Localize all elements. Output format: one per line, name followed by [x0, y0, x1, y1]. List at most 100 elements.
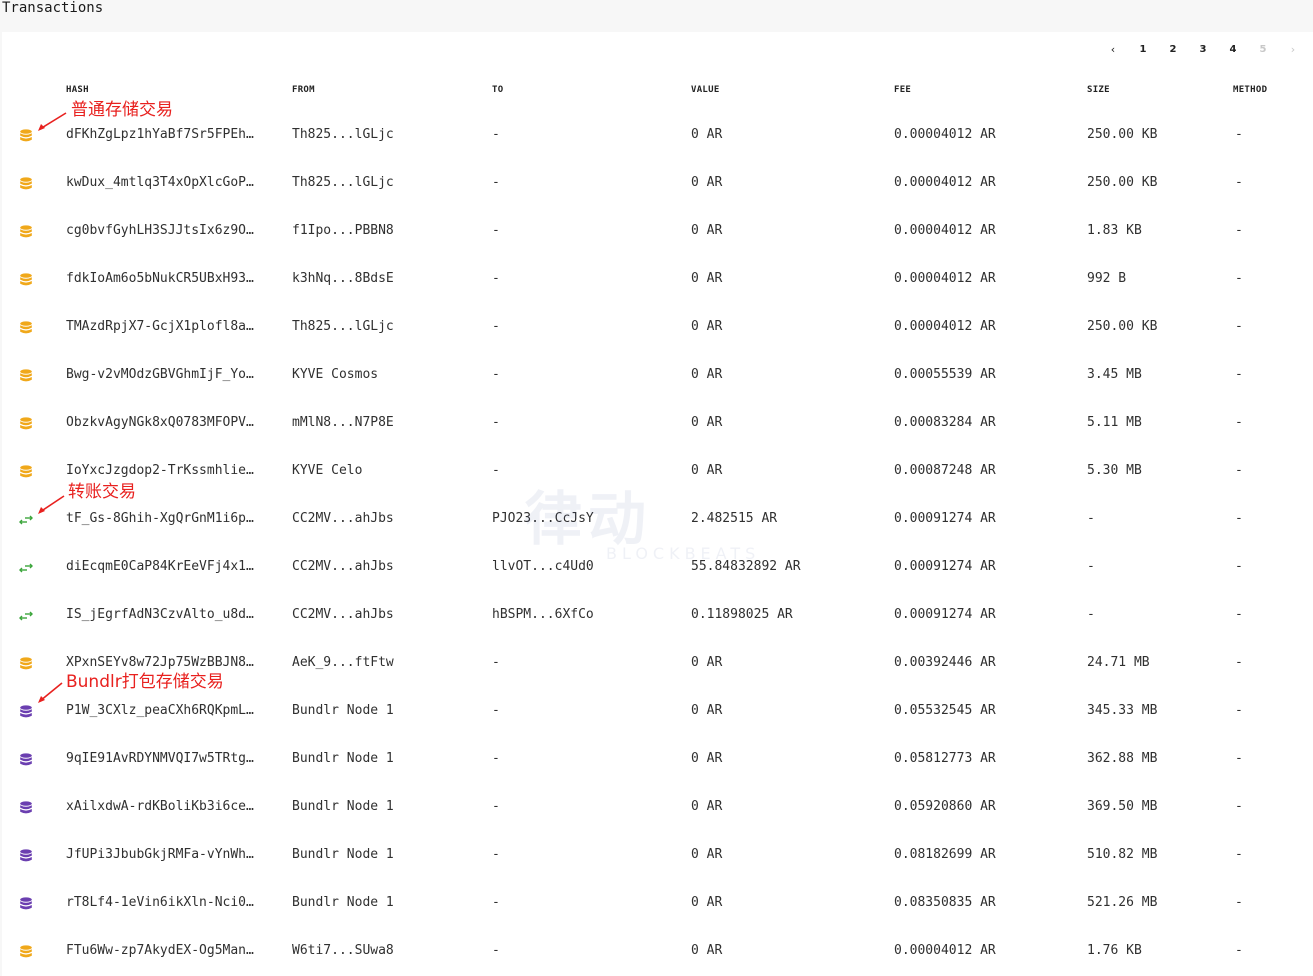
tx-from-address[interactable]: Th825...lGLjc — [292, 127, 472, 143]
tx-from-address[interactable]: Bundlr Node 1 — [292, 703, 472, 719]
tx-from-address[interactable]: Bundlr Node 1 — [292, 895, 472, 911]
table-row[interactable]: FTu6Ww-zp7AkydEX-Og5Man… W6ti7...SUwa8 - 0 … — [2, 927, 1313, 975]
table-header: HASH FROM TO VALUE FEE SIZE METHOD — [2, 83, 1313, 97]
tx-to-address: - — [492, 751, 500, 766]
table-row[interactable]: tF_Gs-8Ghih-XgQrGnM1i6p… CC2MV...ahJbs PJO… — [2, 495, 1313, 543]
tx-value: 0 AR — [691, 799, 723, 814]
tx-to-address: - — [492, 847, 500, 862]
tx-from-address[interactable]: KYVE Celo — [292, 463, 472, 479]
database-icon — [19, 800, 33, 814]
tx-value: 0 AR — [691, 895, 723, 910]
tx-hash-link[interactable]: IoYxcJzgdop2-TrKssmhlie… — [66, 463, 262, 479]
tx-value: 0 AR — [691, 271, 723, 286]
table-row[interactable]: Bwg-v2vMOdzGBVGhmIjF_Yo… KYVE Cosmos - 0 AR… — [2, 351, 1313, 399]
tx-to-address: - — [492, 127, 500, 142]
tx-from-address[interactable]: k3hNq...8BdsE — [292, 271, 472, 287]
transfer-arrows-icon — [19, 512, 33, 526]
table-row[interactable]: fdkIoAm6o5bNukCR5UBxH93… k3hNq...8BdsE - 0 … — [2, 255, 1313, 303]
table-row[interactable]: rT8Lf4-1eVin6ikXln-Nci0… Bundlr Node 1 - 0 … — [2, 879, 1313, 927]
transactions-table-body: dFKhZgLpz1hYaBf7Sr5FPEh… Th825...lGLjc - 0 … — [2, 111, 1313, 975]
tx-hash-link[interactable]: diEcqmE0CaP84KrEeVFj4x1… — [66, 559, 262, 575]
page-button-4[interactable]: 4 — [1218, 42, 1248, 58]
page-button-3[interactable]: 3 — [1188, 42, 1218, 58]
database-icon — [19, 224, 33, 238]
tx-method: - — [1235, 751, 1243, 766]
tx-to-address[interactable]: PJO23...CcJsY — [492, 511, 662, 527]
page-title: Transactions — [2, 0, 104, 16]
tx-value: 0 AR — [691, 127, 723, 142]
table-row[interactable]: IS_jEgrfAdN3CzvAlto_u8d… CC2MV...ahJbs hBS… — [2, 591, 1313, 639]
tx-value: 0 AR — [691, 943, 723, 958]
tx-from-address[interactable]: Th825...lGLjc — [292, 175, 472, 191]
table-row[interactable]: P1W_3CXlz_peaCXh6RQKpmL… Bundlr Node 1 - 0 … — [2, 687, 1313, 735]
tx-hash-link[interactable]: dFKhZgLpz1hYaBf7Sr5FPEh… — [66, 127, 262, 143]
tx-from-address[interactable]: CC2MV...ahJbs — [292, 511, 472, 527]
tx-size: 5.11 MB — [1087, 415, 1142, 430]
tx-hash-link[interactable]: IS_jEgrfAdN3CzvAlto_u8d… — [66, 607, 262, 623]
tx-fee: 0.00091274 AR — [894, 607, 996, 622]
tx-fee: 0.00004012 AR — [894, 943, 996, 958]
tx-hash-link[interactable]: P1W_3CXlz_peaCXh6RQKpmL… — [66, 703, 262, 719]
tx-hash-link[interactable]: cg0bvfGyhLH3SJJtsIx6z9O… — [66, 223, 262, 239]
chevron-left-icon[interactable]: ‹ — [1098, 42, 1128, 58]
tx-from-address[interactable]: Bundlr Node 1 — [292, 799, 472, 815]
tx-hash-link[interactable]: XPxnSEYv8w72Jp75WzBBJN8… — [66, 655, 262, 671]
tx-hash-link[interactable]: xAilxdwA-rdKBoliKb3i6ce… — [66, 799, 262, 815]
tx-to-address: - — [492, 271, 500, 286]
tx-hash-link[interactable]: rT8Lf4-1eVin6ikXln-Nci0… — [66, 895, 262, 911]
column-header-fee: FEE — [894, 85, 912, 95]
page-button-1[interactable]: 1 — [1128, 42, 1158, 58]
tx-hash-link[interactable]: tF_Gs-8Ghih-XgQrGnM1i6p… — [66, 511, 262, 527]
tx-fee: 0.00004012 AR — [894, 271, 996, 286]
tx-to-address[interactable]: hBSPM...6XfCo — [492, 607, 662, 623]
tx-from-address[interactable]: AeK_9...ftFtw — [292, 655, 472, 671]
database-icon — [19, 128, 33, 142]
tx-hash-link[interactable]: ObzkvAgyNGk8xQ0783MFOPV… — [66, 415, 262, 431]
tx-hash-link[interactable]: kwDux_4mtlq3T4xOpXlcGoP… — [66, 175, 262, 191]
database-icon — [19, 272, 33, 286]
table-row[interactable]: 9qIE91AvRDYNMVQI7w5TRtg… Bundlr Node 1 - 0 … — [2, 735, 1313, 783]
table-row[interactable]: JfUPi3JbubGkjRMFa-vYnWh… Bundlr Node 1 - 0 … — [2, 831, 1313, 879]
table-row[interactable]: TMAzdRpjX7-GcjX1plofl8a… Th825...lGLjc - 0 … — [2, 303, 1313, 351]
tx-hash-link[interactable]: TMAzdRpjX7-GcjX1plofl8a… — [66, 319, 262, 335]
tx-value: 0 AR — [691, 703, 723, 718]
tx-value: 55.84832892 AR — [691, 559, 801, 574]
tx-hash-link[interactable]: Bwg-v2vMOdzGBVGhmIjF_Yo… — [66, 367, 262, 383]
tx-to-address: - — [492, 799, 500, 814]
table-row[interactable]: cg0bvfGyhLH3SJJtsIx6z9O… f1Ipo...PBBN8 - 0 … — [2, 207, 1313, 255]
page-button-2[interactable]: 2 — [1158, 42, 1188, 58]
table-row[interactable]: kwDux_4mtlq3T4xOpXlcGoP… Th825...lGLjc - 0 … — [2, 159, 1313, 207]
tx-hash-link[interactable]: FTu6Ww-zp7AkydEX-Og5Man… — [66, 943, 262, 959]
tx-fee: 0.00055539 AR — [894, 367, 996, 382]
tx-to-address[interactable]: llvOT...c4Ud0 — [492, 559, 662, 575]
tx-from-address[interactable]: CC2MV...ahJbs — [292, 607, 472, 623]
tx-from-address[interactable]: W6ti7...SUwa8 — [292, 943, 472, 959]
tx-from-address[interactable]: Th825...lGLjc — [292, 319, 472, 335]
tx-from-address[interactable]: f1Ipo...PBBN8 — [292, 223, 472, 239]
table-row[interactable]: dFKhZgLpz1hYaBf7Sr5FPEh… Th825...lGLjc - 0 … — [2, 111, 1313, 159]
tx-size: 250.00 KB — [1087, 319, 1158, 334]
table-row[interactable]: diEcqmE0CaP84KrEeVFj4x1… CC2MV...ahJbs llv… — [2, 543, 1313, 591]
tx-method: - — [1235, 655, 1243, 670]
tx-fee: 0.00004012 AR — [894, 127, 996, 142]
tx-from-address[interactable]: Bundlr Node 1 — [292, 751, 472, 767]
tx-value: 0 AR — [691, 175, 723, 190]
tx-method: - — [1235, 799, 1243, 814]
tx-hash-link[interactable]: fdkIoAm6o5bNukCR5UBxH93… — [66, 271, 262, 287]
column-header-hash: HASH — [66, 85, 89, 95]
tx-from-address[interactable]: Bundlr Node 1 — [292, 847, 472, 863]
annotation-bundle: Bundlr打包存储交易 — [66, 672, 224, 692]
tx-hash-link[interactable]: JfUPi3JbubGkjRMFa-vYnWh… — [66, 847, 262, 863]
table-row[interactable]: ObzkvAgyNGk8xQ0783MFOPV… mMlN8...N7P8E - 0 … — [2, 399, 1313, 447]
tx-from-address[interactable]: KYVE Cosmos — [292, 367, 472, 383]
tx-fee: 0.00091274 AR — [894, 559, 996, 574]
tx-fee: 0.00091274 AR — [894, 511, 996, 526]
tx-from-address[interactable]: mMlN8...N7P8E — [292, 415, 472, 431]
tx-method: - — [1235, 559, 1243, 574]
tx-from-address[interactable]: CC2MV...ahJbs — [292, 559, 472, 575]
tx-hash-link[interactable]: 9qIE91AvRDYNMVQI7w5TRtg… — [66, 751, 262, 767]
table-row[interactable]: xAilxdwA-rdKBoliKb3i6ce… Bundlr Node 1 - 0 … — [2, 783, 1313, 831]
tx-to-address: - — [492, 895, 500, 910]
tx-size: 1.83 KB — [1087, 223, 1142, 238]
table-row[interactable]: IoYxcJzgdop2-TrKssmhlie… KYVE Celo - 0 AR 0.… — [2, 447, 1313, 495]
